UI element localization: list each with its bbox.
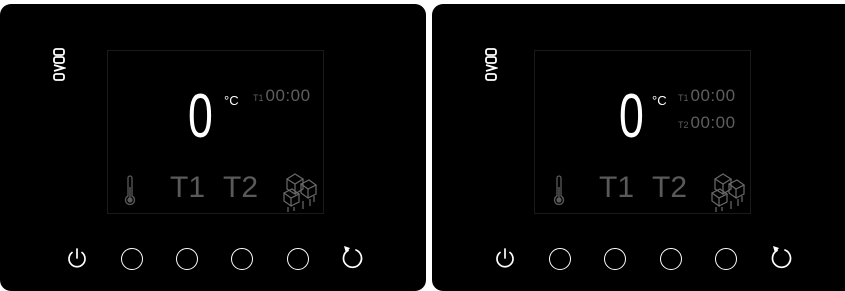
soft-key-2[interactable] [604,248,626,270]
soft-key-2[interactable] [176,248,198,270]
power-button[interactable] [495,248,517,270]
thermometer-icon [553,175,565,206]
soft-key-4[interactable] [715,248,737,270]
controller-panel-left: 0 °C T1 00:00 T1 T2 [0,4,426,291]
refresh-icon [771,246,792,269]
evco-logo [485,48,498,81]
power-icon [68,248,86,268]
timer-t1-tag: T1 [253,93,264,103]
status-icon-row: T1 T2 [108,171,323,215]
power-icon [496,248,514,268]
temperature-value: 0 [188,82,213,151]
ice-cubes-icon [282,173,318,212]
refresh-icon [342,246,363,269]
power-button[interactable] [67,248,89,270]
temperature-unit: °C [652,93,667,108]
soft-key-4[interactable] [287,248,309,270]
temperature-unit: °C [224,93,239,108]
temperature-value: 0 [619,82,644,151]
t1-indicator: T1 [599,171,635,204]
timer-t1: T1 00:00 [678,86,736,106]
timer-t1-value: 00:00 [690,86,736,105]
status-icon-row: T1 T2 [535,171,750,215]
t1-indicator: T1 [170,171,206,204]
soft-key-3[interactable] [231,248,253,270]
timer-t1-value: 00:00 [265,86,311,105]
controller-panel-right: 0 °C T1 00:00 T2 00:00 T1 T2 [432,4,845,291]
evco-logo [53,48,66,81]
ice-cubes-icon [710,173,746,212]
timer-t1: T1 00:00 [253,86,311,106]
lcd-display: 0 °C T1 00:00 T1 T2 [107,50,324,214]
timer-t2-value: 00:00 [690,113,736,132]
thermometer-icon [124,175,136,206]
t2-indicator: T2 [223,171,259,204]
soft-key-3[interactable] [660,248,682,270]
t2-indicator: T2 [652,171,688,204]
refresh-button[interactable] [342,246,364,270]
timer-t1-tag: T1 [678,93,689,103]
soft-key-1[interactable] [549,248,571,270]
lcd-display: 0 °C T1 00:00 T2 00:00 T1 T2 [534,50,751,214]
soft-key-1[interactable] [121,248,143,270]
timer-t2: T2 00:00 [678,113,736,133]
timer-t2-tag: T2 [678,120,689,130]
refresh-button[interactable] [771,246,793,270]
